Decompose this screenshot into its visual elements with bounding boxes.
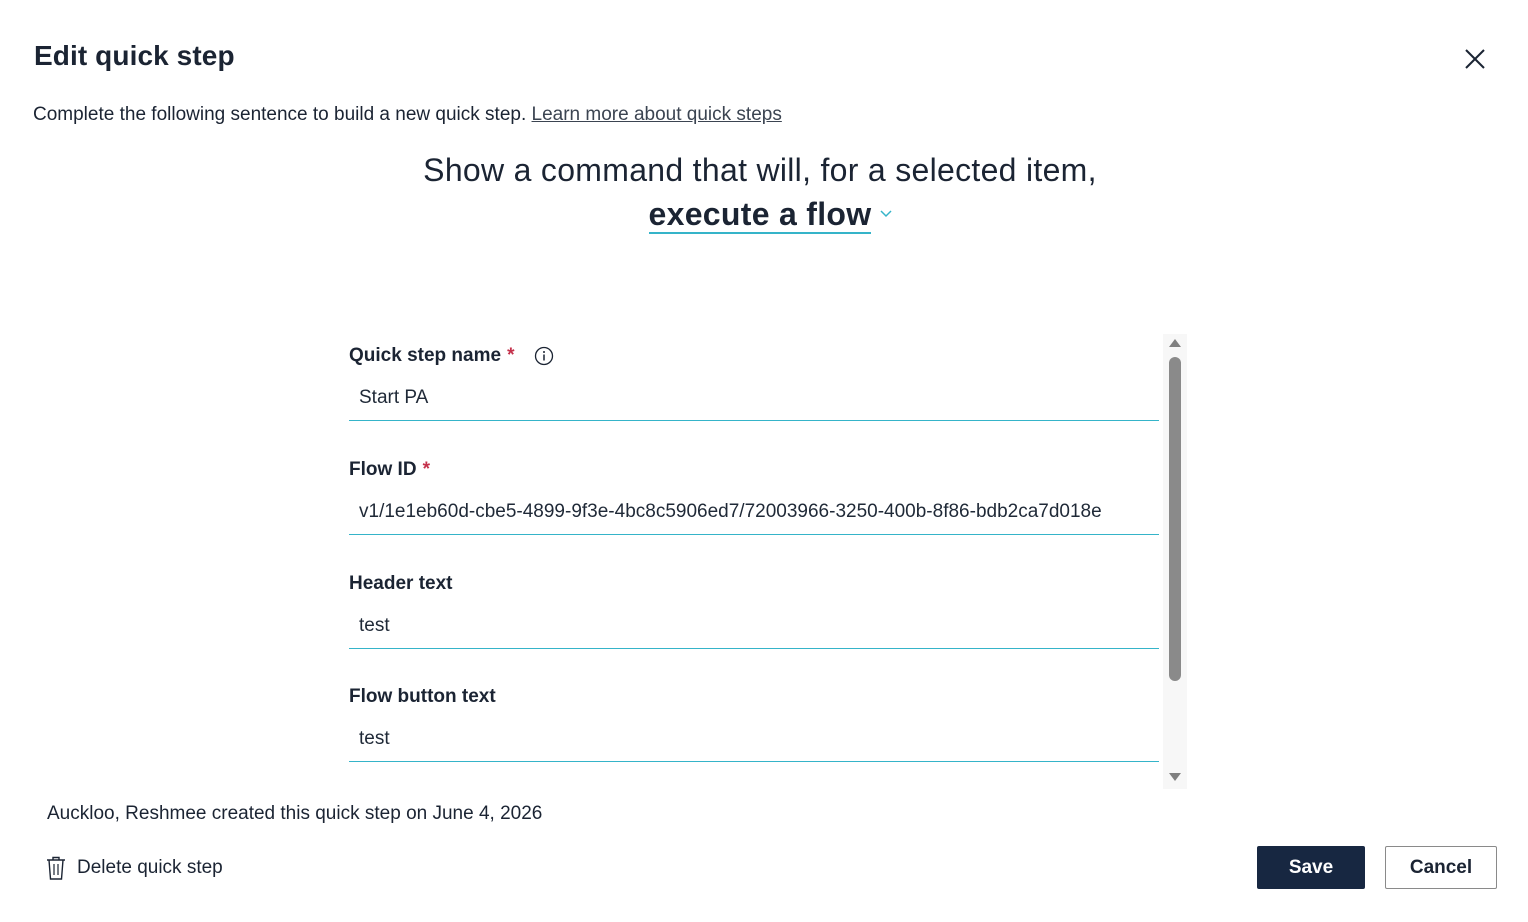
flow-button-text-input[interactable] xyxy=(349,722,1159,762)
action-dropdown-value: execute a flow xyxy=(648,196,872,234)
learn-more-link[interactable]: Learn more about quick steps xyxy=(532,104,782,125)
sentence-prefix: Show a command that will, for a selected… xyxy=(423,152,1097,188)
edit-quick-step-dialog: Edit quick step Complete the following s… xyxy=(0,0,1528,922)
delete-quick-step-button[interactable]: Delete quick step xyxy=(45,853,223,883)
header-text-field: Header text xyxy=(349,572,1159,649)
required-marker: * xyxy=(422,459,430,480)
quick-step-name-input[interactable] xyxy=(349,381,1159,421)
header-text-label: Header text xyxy=(349,573,453,594)
scroll-thumb[interactable] xyxy=(1169,357,1181,681)
header-text-input[interactable] xyxy=(349,609,1159,649)
flow-id-label: Flow ID xyxy=(349,459,417,480)
created-note: Auckloo, Reshmee created this quick step… xyxy=(47,803,543,824)
flow-id-field: Flow ID * xyxy=(349,458,1159,535)
chevron-down-icon xyxy=(880,210,892,218)
quick-step-name-field: Quick step name * xyxy=(349,344,1159,421)
delete-quick-step-label: Delete quick step xyxy=(77,857,223,878)
action-dropdown[interactable]: execute a flow xyxy=(648,196,892,234)
trash-icon xyxy=(47,856,65,880)
flow-id-input[interactable] xyxy=(349,495,1159,535)
flow-button-text-field: Flow button text xyxy=(349,685,1159,762)
required-marker: * xyxy=(507,345,515,366)
intro-sentence: Complete the following sentence to build… xyxy=(33,104,527,125)
action-row: execute a flow xyxy=(0,196,1520,234)
flow-button-text-label: Flow button text xyxy=(349,686,496,707)
dialog-title: Edit quick step xyxy=(34,40,235,71)
intro-text: Complete the following sentence to build… xyxy=(33,104,782,126)
cancel-button[interactable]: Cancel xyxy=(1385,846,1497,889)
save-button[interactable]: Save xyxy=(1257,846,1365,889)
form-panel: Quick step name * Flow ID * xyxy=(349,334,1187,789)
close-button[interactable] xyxy=(1460,44,1490,74)
close-icon xyxy=(1465,49,1485,69)
quick-step-name-label: Quick step name xyxy=(349,345,502,366)
info-icon[interactable] xyxy=(534,346,554,366)
scroll-up-arrow-icon[interactable] xyxy=(1169,339,1181,347)
scroll-down-arrow-icon[interactable] xyxy=(1169,773,1181,781)
form-scrollbar[interactable] xyxy=(1163,334,1187,789)
